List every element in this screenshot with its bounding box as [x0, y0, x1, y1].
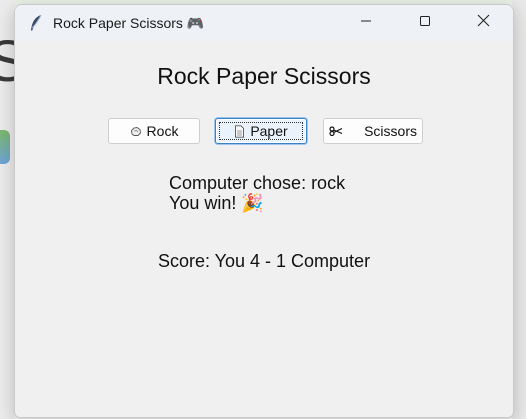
paper-icon [234, 124, 245, 138]
close-icon [477, 14, 490, 32]
score-text: Score: You 4 - 1 Computer [157, 251, 371, 271]
paper-button[interactable]: Paper [215, 118, 307, 144]
minimize-button[interactable] [336, 5, 395, 41]
scissors-button[interactable]: Scissors [323, 118, 423, 144]
window-controls [336, 5, 513, 41]
outcome-text: You win! 🎉 [169, 193, 264, 213]
minimize-icon [360, 14, 372, 32]
close-button[interactable] [454, 5, 513, 41]
app-window: Rock Paper Scissors 🎮 Rock Paper Scissor… [14, 4, 514, 418]
window-title: Rock Paper Scissors 🎮 [53, 14, 205, 31]
result-area: Computer chose: rock You win! 🎉 [169, 173, 345, 213]
paper-button-label: Paper [250, 123, 288, 139]
scissors-icon [329, 126, 343, 136]
feather-icon [27, 14, 45, 32]
maximize-icon [419, 14, 431, 32]
computer-choice-text: Computer chose: rock [169, 173, 346, 193]
scissors-button-label: Scissors [364, 123, 417, 139]
background-app-left: S [0, 0, 27, 419]
page-title: Rock Paper Scissors [157, 63, 371, 89]
background-image-fragment [0, 130, 10, 164]
title-bar[interactable]: Rock Paper Scissors 🎮 [15, 5, 513, 41]
maximize-button[interactable] [395, 5, 454, 41]
rock-button[interactable]: Rock [108, 118, 200, 144]
background-app-right [512, 0, 526, 419]
rock-button-label: Rock [146, 123, 179, 139]
app-content: Rock Paper Scissors Rock Paper Scissors … [15, 41, 513, 417]
rock-icon [130, 125, 142, 137]
